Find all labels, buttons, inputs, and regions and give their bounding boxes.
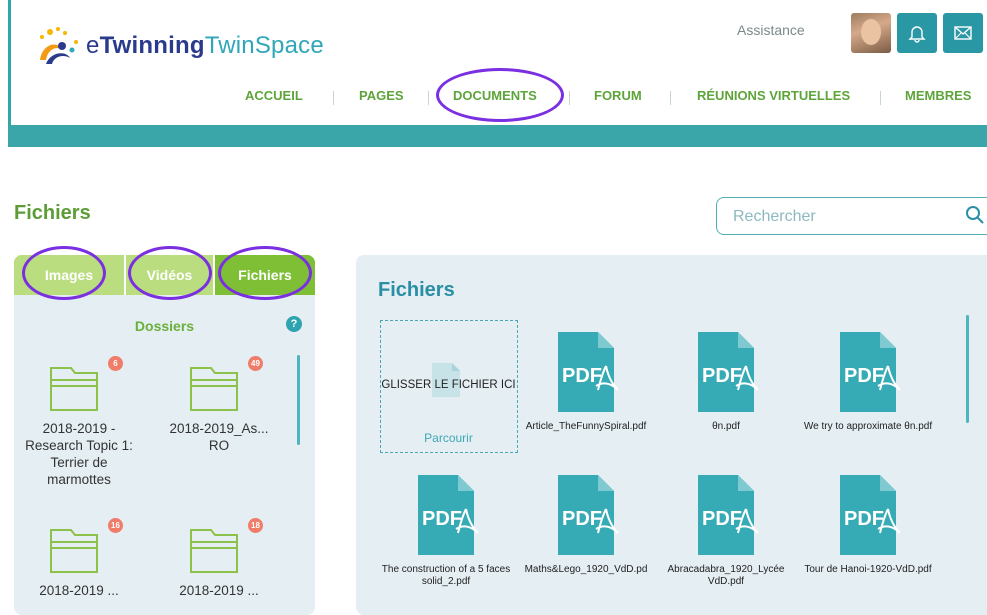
pdf-icon: PDF: [558, 332, 619, 412]
nav-divider: [880, 91, 881, 105]
files-scrollbar[interactable]: [966, 315, 969, 423]
pdf-label: PDF: [702, 365, 742, 387]
page-title: Fichiers: [14, 202, 91, 224]
folder-count-badge: 49: [248, 356, 263, 371]
pdf-icon: PDF: [698, 475, 759, 555]
tab-fichiers[interactable]: Fichiers: [215, 255, 315, 295]
files-panel: Fichiers GLISSER LE FICHIER ICI Parcouri…: [356, 255, 987, 615]
browse-link[interactable]: Parcourir: [381, 431, 516, 445]
file-name: Abracadabra_1920_Lycée VdD.pdf: [667, 564, 785, 587]
folders-title: Dossiers: [134, 318, 195, 334]
folder-name: 2018-2019 - Research Topic 1: Terrier de…: [25, 421, 133, 487]
folder-icon: [190, 367, 238, 411]
file-item[interactable]: PDF Article_TheFunnySpiral.pdf: [521, 330, 651, 433]
folder-count-badge: 16: [108, 518, 123, 533]
nav-membres[interactable]: MEMBRES: [905, 88, 971, 103]
pdf-icon: PDF: [558, 475, 619, 555]
search-input[interactable]: [731, 205, 945, 229]
nav-accueil[interactable]: ACCUEIL: [245, 88, 303, 103]
folder-name: 2018-2019 ...: [179, 583, 259, 598]
folder-icon: [50, 367, 98, 411]
file-name: The construction of a 5 faces solid_2.pd…: [381, 564, 511, 587]
nav-divider: [333, 91, 334, 105]
logo-twinning: Twinning: [99, 32, 205, 59]
nav-pages[interactable]: PAGES: [359, 88, 404, 103]
pdf-icon: PDF: [698, 332, 759, 412]
main-nav: ACCUEIL PAGES DOCUMENTS FORUM RÉUNIONS V…: [0, 88, 987, 108]
assistance-link[interactable]: Assistance: [737, 22, 805, 38]
etwinning-logo-icon: [32, 24, 84, 68]
logo-prefix: e: [86, 32, 100, 59]
header-teal-bar: [8, 125, 987, 147]
pdf-label: PDF: [702, 508, 742, 530]
nav-divider: [569, 91, 570, 105]
file-item[interactable]: PDF Tour de Hanoi-1920-VdD.pdf: [803, 473, 933, 576]
file-name: Tour de Hanoi-1920-VdD.pdf: [804, 564, 932, 575]
pdf-icon: PDF: [418, 475, 479, 555]
folder-count-badge: 18: [248, 518, 263, 533]
messages-button[interactable]: [943, 13, 983, 53]
folder-name: 2018-2019_As... RO: [169, 421, 269, 453]
pdf-label: PDF: [844, 365, 884, 387]
folder-icon: [190, 529, 238, 573]
file-item[interactable]: PDF θn.pdf: [661, 330, 791, 433]
file-item[interactable]: PDF We try to approximate θn.pdf: [803, 330, 933, 433]
bell-icon: [908, 26, 926, 43]
nav-forum[interactable]: FORUM: [594, 88, 642, 103]
file-name: We try to approximate θn.pdf: [803, 421, 933, 432]
pdf-icon: PDF: [840, 475, 901, 555]
search-icon[interactable]: [965, 205, 985, 225]
avatar[interactable]: [851, 13, 891, 53]
pdf-label: PDF: [562, 365, 602, 387]
folders-scrollbar[interactable]: [297, 355, 300, 445]
etwinning-logo[interactable]: eTwinningTwinSpace: [32, 24, 372, 68]
file-item[interactable]: PDF Abracadabra_1920_Lycée VdD.pdf: [661, 473, 791, 588]
file-item[interactable]: PDF Maths&Lego_1920_VdD.pd: [521, 473, 651, 576]
pdf-label: PDF: [422, 508, 462, 530]
pdf-label: PDF: [844, 508, 884, 530]
folder-item[interactable]: 16 2018-2019 ...: [14, 518, 144, 599]
envelope-icon: [954, 26, 972, 40]
file-name: θn.pdf: [712, 421, 740, 432]
folder-name: 2018-2019 ...: [39, 583, 119, 598]
media-tabs: Images Vidéos Fichiers: [14, 255, 315, 295]
file-name: Article_TheFunnySpiral.pdf: [525, 421, 647, 432]
file-name: Maths&Lego_1920_VdD.pd: [524, 564, 648, 575]
folder-item[interactable]: 49 2018-2019_As... RO: [154, 356, 284, 454]
pdf-label: PDF: [562, 508, 602, 530]
tab-videos[interactable]: Vidéos: [126, 255, 213, 295]
folder-item[interactable]: 18 2018-2019 ...: [154, 518, 284, 599]
file-dropzone[interactable]: GLISSER LE FICHIER ICI Parcourir: [380, 320, 518, 453]
folders-panel: Images Vidéos Fichiers Dossiers ? 6 2018…: [14, 255, 315, 615]
folder-count-badge: 6: [108, 356, 123, 371]
folder-icon: [50, 529, 98, 573]
nav-reunions-virtuelles[interactable]: RÉUNIONS VIRTUELLES: [697, 88, 850, 103]
logo-twinspace: TwinSpace: [204, 32, 324, 59]
nav-documents[interactable]: DOCUMENTS: [453, 88, 537, 103]
folder-item[interactable]: 6 2018-2019 - Research Topic 1: Terrier …: [14, 356, 144, 488]
dropzone-text: GLISSER LE FICHIER ICI: [381, 379, 516, 391]
logo-text: eTwinningTwinSpace: [86, 32, 324, 60]
files-title: Fichiers: [378, 279, 455, 301]
nav-divider: [670, 91, 671, 105]
tab-images[interactable]: Images: [14, 255, 124, 295]
nav-divider: [428, 91, 429, 105]
notifications-button[interactable]: [897, 13, 937, 53]
file-item[interactable]: PDF The construction of a 5 faces solid_2…: [381, 473, 511, 588]
pdf-icon: PDF: [840, 332, 901, 412]
help-icon[interactable]: ?: [286, 316, 302, 332]
search-box: [716, 197, 987, 235]
